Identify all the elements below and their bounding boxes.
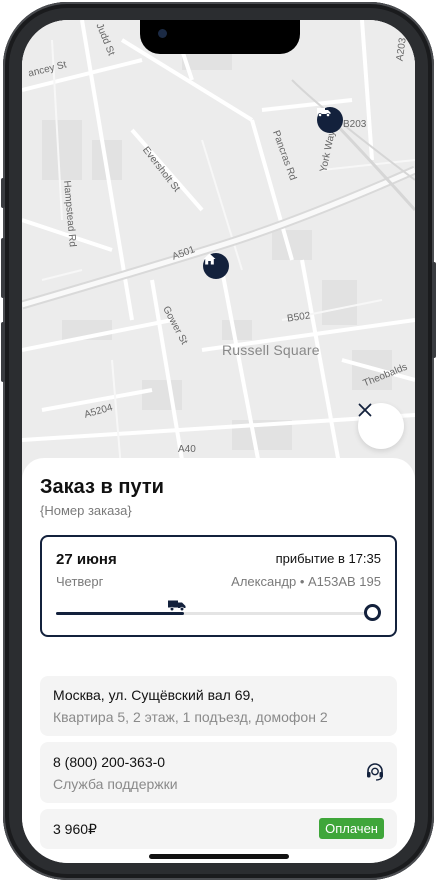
close-icon (358, 403, 372, 417)
home-pin[interactable] (203, 253, 229, 279)
support-card[interactable]: 8 (800) 200-363-0 Служба поддержки (40, 742, 397, 803)
support-label: Служба поддержки (53, 776, 178, 792)
courier-info: Александр • А153АВ 195 (231, 574, 381, 589)
arrival-time: прибытие в 17:35 (275, 551, 381, 566)
delivery-date: 27 июня (56, 551, 117, 568)
volume-up-button (1, 238, 5, 298)
order-title: Заказ в пути (40, 476, 164, 498)
support-phone[interactable]: 8 (800) 200-363-0 (53, 754, 165, 770)
map-roads (22, 20, 415, 480)
paid-status-badge: Оплачен (319, 818, 384, 839)
truck-icon (317, 108, 331, 117)
front-camera (158, 29, 167, 38)
mute-switch (1, 178, 5, 208)
delivery-weekday: Четверг (56, 574, 104, 589)
delivery-card: 27 июня прибытие в 17:35 Четверг Алексан… (40, 535, 397, 637)
map[interactable]: ancey St Judd St Hampstead Rd Eversholt … (22, 20, 415, 480)
volume-down-button (1, 322, 5, 382)
delivery-progress-fill (56, 612, 184, 615)
map-label: A40 (178, 444, 196, 455)
order-sheet: Заказ в пути {Номер заказа} 27 июня приб… (22, 458, 415, 863)
delivery-progress-track (56, 600, 368, 615)
power-button (432, 262, 436, 358)
home-icon (203, 253, 216, 265)
destination-marker (364, 604, 381, 621)
address-card[interactable]: Москва, ул. Сущёвский вал 69, Квартира 5… (40, 676, 397, 736)
truck-pin[interactable] (317, 107, 343, 133)
address-line2: Квартира 5, 2 этаж, 1 подъезд, домофон 2 (53, 709, 328, 725)
map-label-russell-square: Russell Square (222, 342, 320, 358)
order-number: {Номер заказа} (40, 503, 132, 518)
address-line1: Москва, ул. Сущёвский вал 69, (53, 687, 255, 703)
home-indicator[interactable] (149, 854, 289, 859)
notch (140, 20, 300, 54)
screen: ancey St Judd St Hampstead Rd Eversholt … (22, 20, 415, 863)
headset-icon[interactable] (365, 762, 385, 782)
close-button[interactable] (358, 403, 404, 449)
map-label: B203 (343, 119, 367, 130)
truck-icon (167, 600, 186, 611)
order-price: 3 960₽ (53, 821, 97, 837)
payment-card: 3 960₽ Оплачен (40, 809, 397, 849)
